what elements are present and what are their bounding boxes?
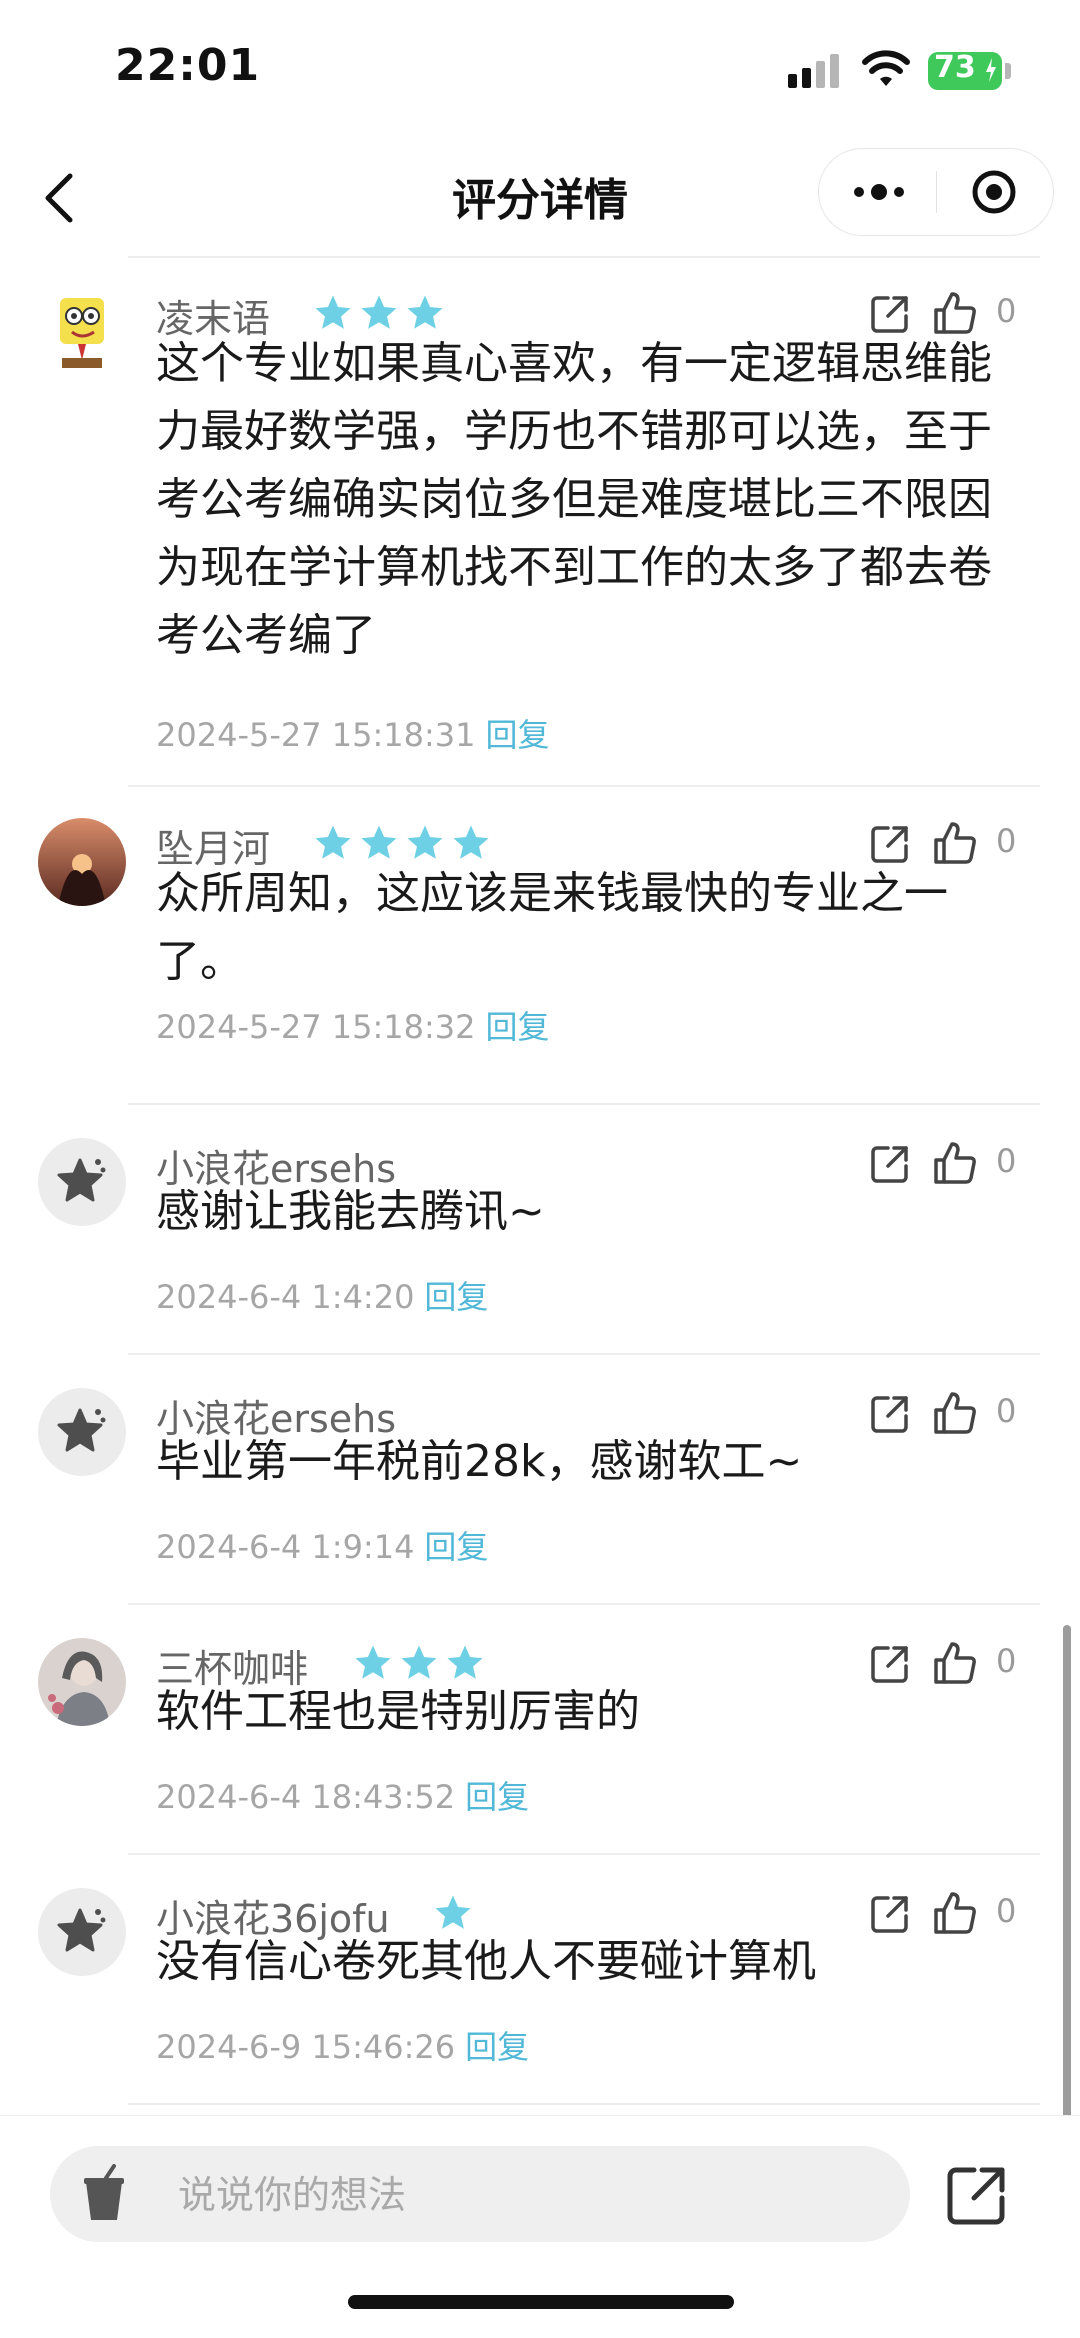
capsule-divider [936, 171, 937, 213]
comment-time: 2024-6-4 18:43:52 [156, 1778, 456, 1816]
sponge-avatar[interactable] [38, 288, 126, 376]
comment-divider [128, 1103, 1040, 1105]
drink-cup-icon [84, 2164, 124, 2220]
rating-star-icon [407, 295, 443, 329]
comment-time: 2024-6-4 1:9:14 [156, 1528, 415, 1566]
comment-divider [128, 1603, 1040, 1605]
status-time: 22:01 [115, 40, 261, 91]
rating-star-icon [407, 825, 443, 859]
battery-icon: 73 [928, 50, 1002, 90]
comment-meta: 2024-6-4 1:4:20 回复 [156, 1272, 488, 1318]
share-comment-icon[interactable] [870, 294, 910, 334]
rating-star-icon [315, 295, 351, 329]
comment-meta: 2024-6-4 18:43:52 回复 [156, 1772, 529, 1818]
comment-text: 这个专业如果真心喜欢，有一定逻辑思维能力最好数学强，学历也不错那可以选，至于考公… [156, 338, 992, 661]
like-count: 0 [996, 1892, 1017, 1930]
close-miniprogram-icon[interactable] [971, 169, 1017, 215]
comment-meta: 2024-5-27 15:18:32 回复 [156, 1002, 550, 1048]
battery-tip [1005, 63, 1011, 79]
comment-meta: 2024-6-9 15:46:26 回复 [156, 2022, 529, 2068]
more-options-icon[interactable] [849, 169, 909, 215]
comment-divider [128, 1353, 1040, 1355]
comment-text: 众所周知，这应该是来钱最快的专业之一了。 [156, 868, 948, 987]
reply-link[interactable]: 回复 [465, 2028, 529, 2066]
rating-star-icon [361, 295, 397, 329]
comment-time: 2024-6-9 15:46:26 [156, 2028, 456, 2066]
rating-star-icon [361, 825, 397, 859]
like-count: 0 [996, 822, 1017, 860]
rating-stars [312, 292, 446, 334]
wifi-icon [862, 50, 910, 86]
comment-input[interactable] [176, 2166, 880, 2224]
share-icon[interactable] [946, 2164, 1008, 2226]
default-star-avatar[interactable] [38, 1138, 126, 1226]
mini-program-capsule [818, 148, 1054, 236]
like-count: 0 [996, 1642, 1017, 1680]
sunset-avatar[interactable] [38, 818, 126, 906]
default-star-avatar[interactable] [38, 1388, 126, 1476]
reply-link[interactable]: 回复 [465, 1778, 529, 1816]
charging-bolt-icon [986, 58, 996, 82]
comment-time: 2024-6-4 1:4:20 [156, 1278, 415, 1316]
reply-link[interactable]: 回复 [424, 1278, 488, 1316]
header-divider [128, 256, 1040, 258]
comment-text: 毕业第一年税前28k，感谢软工~ [156, 1436, 803, 1487]
comment-meta: 2024-6-4 1:9:14 回复 [156, 1522, 488, 1568]
rating-star-icon [315, 825, 351, 859]
comment-meta: 2024-5-27 15:18:31 回复 [156, 710, 550, 756]
comment-divider [128, 1853, 1040, 1855]
cellular-signal-icon [788, 54, 839, 88]
navigation-bar: 评分详情 [0, 140, 1080, 256]
comment-divider [128, 2103, 1040, 2105]
rating-star-icon [453, 825, 489, 859]
like-count: 0 [996, 1142, 1017, 1180]
portrait-avatar[interactable] [38, 1638, 126, 1726]
home-indicator [348, 2295, 734, 2309]
reply-link[interactable]: 回复 [486, 716, 550, 754]
scrollbar[interactable] [1063, 1625, 1071, 2170]
comment-text: 软件工程也是特别厉害的 [156, 1686, 640, 1737]
battery-level: 73 [934, 50, 976, 85]
comment-text: 感谢让我能去腾讯~ [156, 1186, 545, 1237]
comment-time: 2024-5-27 15:18:32 [156, 1008, 476, 1046]
rating-stars [312, 822, 492, 864]
comment-divider [128, 785, 1040, 787]
status-bar: 22:01 73 [0, 0, 1080, 140]
like-count: 0 [996, 292, 1017, 330]
like-count: 0 [996, 1392, 1017, 1430]
comment-text: 没有信心卷死其他人不要碰计算机 [156, 1936, 816, 1987]
default-star-avatar[interactable] [38, 1888, 126, 1976]
reply-link[interactable]: 回复 [486, 1008, 550, 1046]
comment-input-box[interactable] [50, 2146, 910, 2242]
share-comment-icon[interactable] [870, 824, 910, 864]
comment-time: 2024-5-27 15:18:31 [156, 716, 476, 754]
reply-link[interactable]: 回复 [424, 1528, 488, 1566]
